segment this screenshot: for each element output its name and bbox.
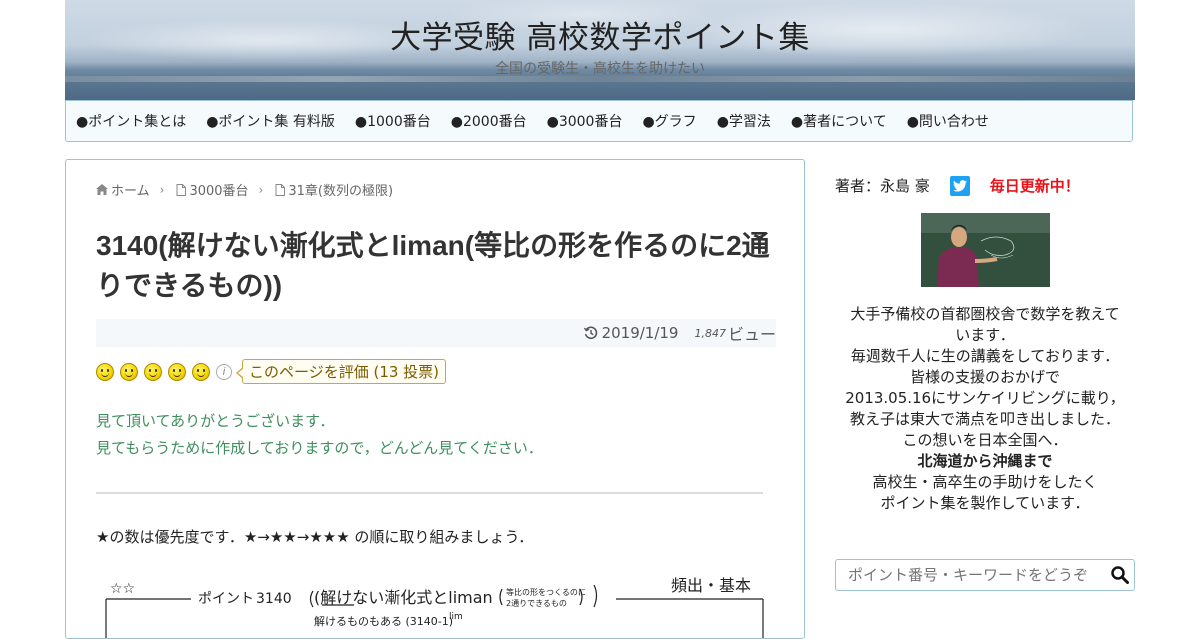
author-row: 著者：永島 豪 毎日更新中！: [835, 175, 1135, 196]
thanks-line-2: 見てもらうために作成しておりますので，どんどん見てください．: [96, 439, 543, 457]
handwriting-point-number: 3140: [256, 591, 292, 607]
author-name: 著者：永島 豪: [835, 177, 930, 195]
search-input[interactable]: [836, 566, 1107, 584]
handwriting-note-2: 2通りできるもの: [506, 598, 567, 608]
main-nav: ●ポイント集とは ●ポイント集 有料版 ●1000番台 ●2000番台 ●300…: [65, 100, 1133, 142]
divider: [96, 492, 763, 494]
nav-item-1000[interactable]: ●1000番台: [355, 111, 431, 131]
history-icon: [583, 326, 597, 340]
bio-line: 高校生・高卒生の手助けをしたく: [872, 473, 1098, 491]
search-box: [835, 559, 1135, 591]
breadcrumb-level2[interactable]: 31章(数列の極限): [275, 180, 393, 199]
search-button[interactable]: [1106, 561, 1134, 589]
post-date: 2019/1/19: [583, 324, 679, 342]
search-icon: [1111, 566, 1130, 584]
nav-item-graph[interactable]: ●グラフ: [642, 111, 696, 131]
handwriting-frequency: 頻出・基本: [671, 576, 751, 595]
smiley-rating-icon-3[interactable]: [144, 362, 162, 381]
nav-item-study[interactable]: ●学習法: [717, 111, 771, 131]
author-photo-illustration: [921, 213, 1050, 287]
author-bio: 大手予備校の首都圏校舎で数学を教えて います． 毎週数千人に生の講義をしておりま…: [835, 304, 1135, 514]
view-count-label: ビュー: [727, 325, 776, 344]
priority-note: ★の数は優先度です．★→★★→★★★ の順に取り組みましょう．: [96, 528, 534, 546]
thanks-line-1: 見て頂いてありがとうございます．: [96, 412, 335, 430]
nav-item-about[interactable]: ●ポイント集とは: [76, 111, 186, 131]
post-meta: 2019/1/19 1,847 ビュー: [96, 319, 776, 347]
breadcrumb-level1[interactable]: 3000番台: [176, 180, 249, 199]
nav-item-3000[interactable]: ●3000番台: [547, 111, 623, 131]
nav-item-2000[interactable]: ●2000番台: [451, 111, 527, 131]
update-badge: 毎日更新中！: [989, 177, 1080, 195]
bio-line: 大手予備校の首都圏校舎で数学を教えて: [850, 305, 1120, 323]
breadcrumb: ホーム › 3000番台 › 31章(数列の極限): [96, 180, 393, 199]
info-icon[interactable]: i: [216, 363, 232, 380]
bio-line: 教え子は東大で満点を叩き出しました．: [849, 410, 1120, 428]
twitter-bird-icon: [952, 179, 967, 192]
view-count: 1,847: [694, 326, 726, 340]
document-icon: [275, 183, 286, 196]
post-date-text: 2019/1/19: [601, 324, 679, 342]
smiley-rating-icon-4[interactable]: [168, 362, 186, 381]
bio-line: ポイント集を製作しています．: [880, 494, 1090, 512]
breadcrumb-home-label: ホーム: [111, 184, 150, 199]
rating-label: このページを評価 (13 投票): [235, 359, 447, 384]
bio-line: 皆様の支援のおかげで: [909, 368, 1060, 386]
handwriting-heading: (解けない漸化式とliman: [314, 588, 493, 607]
home-icon: [96, 184, 108, 195]
bio-line: この想いを日本全国へ．: [902, 431, 1068, 449]
main-article: ホーム › 3000番台 › 31章(数列の極限) 3140(解けない漸化式とl…: [65, 159, 805, 639]
handwriting-solvable-note: 解けるものもある (3140-1): [314, 614, 453, 628]
chevron-right-icon: ›: [258, 182, 264, 197]
document-icon: [176, 183, 187, 196]
handwriting-stars: ☆☆: [110, 581, 135, 597]
bio-line: 2013.05.16にサンケイリビングに載り，: [845, 389, 1125, 407]
rating-widget: i このページを評価 (13 投票): [96, 359, 447, 384]
site-header: 大学受験 高校数学ポイント集 全国の受験生・高校生を助けたい: [65, 0, 1135, 100]
smiley-rating-icon-2[interactable]: [120, 362, 138, 381]
thanks-message: 見て頂いてありがとうございます． 見てもらうために作成しておりますので，どんどん…: [96, 408, 543, 462]
bio-line: 毎週数千人に生の講義をしております．: [850, 347, 1120, 365]
author-photo: [921, 213, 1050, 287]
site-subtitle: 全国の受験生・高校生を助けたい: [495, 61, 705, 77]
nav-item-paid[interactable]: ●ポイント集 有料版: [206, 111, 335, 131]
handwriting-point-label: ポイント: [198, 591, 254, 607]
bio-line: います．: [955, 326, 1015, 344]
nav-item-author[interactable]: ●著者について: [791, 111, 887, 131]
handwriting-note-1: 等比の形をつくるのに: [506, 587, 586, 597]
bio-bold-line: 北海道から沖縄まで: [917, 452, 1053, 470]
breadcrumb-level1-label: 3000番台: [189, 184, 249, 199]
handwritten-point-image: ☆☆ ポイント 3140 (解けない漸化式とliman 等比の形をつくるのに 2…: [105, 576, 764, 638]
page-title: 3140(解けない漸化式とliman(等比の形を作るのに2通りできるもの)): [96, 230, 770, 301]
chevron-right-icon: ›: [159, 182, 165, 197]
breadcrumb-level2-label: 31章(数列の極限): [288, 184, 394, 199]
twitter-icon[interactable]: [949, 175, 970, 196]
site-title[interactable]: 大学受験 高校数学ポイント集: [65, 12, 1135, 57]
smiley-rating-icon-5[interactable]: [192, 362, 210, 381]
smiley-rating-icon-1[interactable]: [96, 362, 114, 381]
breadcrumb-home[interactable]: ホーム: [96, 180, 150, 199]
nav-item-contact[interactable]: ●問い合わせ: [907, 111, 989, 131]
